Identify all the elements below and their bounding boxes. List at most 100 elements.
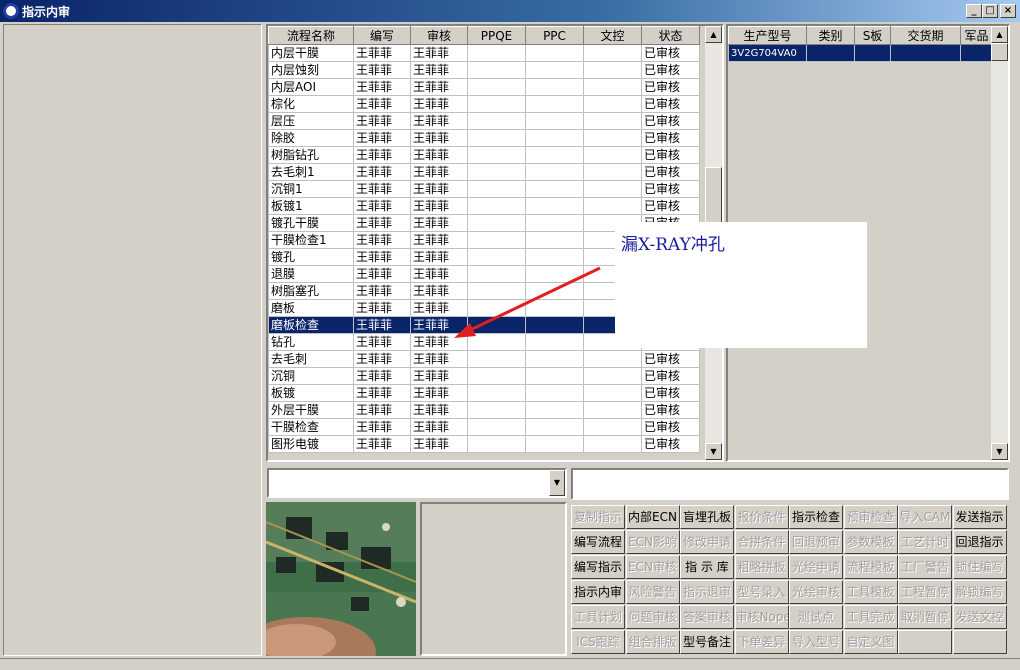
process-cell-writer[interactable]: 王菲菲 bbox=[353, 248, 411, 266]
process-cell-ppc[interactable] bbox=[525, 95, 584, 113]
column-header-ppqe[interactable]: PPQE bbox=[467, 26, 526, 45]
action-button[interactable]: 工具计划 bbox=[571, 605, 625, 629]
process-cell-doc[interactable] bbox=[583, 418, 642, 436]
process-cell-name[interactable]: 磨板 bbox=[268, 299, 354, 317]
action-button[interactable]: 答案审核 bbox=[680, 605, 734, 629]
process-cell-writer[interactable]: 王菲菲 bbox=[353, 163, 411, 181]
process-cell-name[interactable]: 内层干膜 bbox=[268, 44, 354, 62]
process-cell-ppc[interactable] bbox=[525, 129, 584, 147]
process-cell-writer[interactable]: 王菲菲 bbox=[353, 78, 411, 96]
process-cell-reviewer[interactable]: 王菲菲 bbox=[410, 44, 468, 62]
action-button[interactable]: 复制指示 bbox=[571, 505, 625, 529]
process-cell-name[interactable]: 除胶 bbox=[268, 129, 354, 147]
process-cell-doc[interactable] bbox=[583, 146, 642, 164]
column-header-status[interactable]: 状态 bbox=[641, 26, 700, 45]
process-cell-doc[interactable] bbox=[583, 197, 642, 215]
process-cell-writer[interactable]: 王菲菲 bbox=[353, 197, 411, 215]
process-cell-ppc[interactable] bbox=[525, 350, 584, 368]
column-header-doc-control[interactable]: 文控 bbox=[583, 26, 642, 45]
minimize-button[interactable]: _ bbox=[966, 4, 982, 18]
process-cell-name[interactable]: 树脂塞孔 bbox=[268, 282, 354, 300]
process-cell-name[interactable]: 树脂钻孔 bbox=[268, 146, 354, 164]
process-cell-ppc[interactable] bbox=[525, 163, 584, 181]
process-cell-name[interactable]: 退膜 bbox=[268, 265, 354, 283]
action-button[interactable]: 修改申请 bbox=[680, 530, 734, 554]
process-cell-name[interactable]: 外层干膜 bbox=[268, 401, 354, 419]
process-cell-reviewer[interactable]: 王菲菲 bbox=[410, 435, 468, 453]
scroll-up-arrow-icon[interactable]: ▲ bbox=[705, 26, 722, 43]
action-button[interactable] bbox=[952, 630, 1007, 654]
process-cell-ppqe[interactable] bbox=[467, 78, 526, 96]
process-cell-writer[interactable]: 王菲菲 bbox=[353, 401, 411, 419]
process-cell-doc[interactable] bbox=[583, 129, 642, 147]
process-cell-writer[interactable]: 王菲菲 bbox=[353, 146, 411, 164]
process-cell-status[interactable]: 已审核 bbox=[641, 418, 700, 436]
action-button[interactable]: 发送文控 bbox=[952, 605, 1007, 629]
process-row[interactable]: 沉铜1 王菲菲 王菲菲 已审核 bbox=[268, 180, 700, 198]
process-cell-ppqe[interactable] bbox=[467, 197, 526, 215]
process-cell-ppc[interactable] bbox=[525, 384, 584, 402]
action-button[interactable]: 回退指示 bbox=[952, 530, 1007, 554]
process-cell-doc[interactable] bbox=[583, 435, 642, 453]
process-row[interactable]: 外层干膜 王菲菲 王菲菲 已审核 bbox=[268, 401, 700, 419]
model-cell-model[interactable]: 3V2G704VA0 bbox=[728, 44, 807, 62]
process-cell-name[interactable]: 内层蚀刻 bbox=[268, 61, 354, 79]
close-button[interactable]: × bbox=[1000, 4, 1016, 18]
column-header-writer[interactable]: 编写 bbox=[353, 26, 411, 45]
process-cell-writer[interactable]: 王菲菲 bbox=[353, 282, 411, 300]
process-cell-ppc[interactable] bbox=[525, 231, 584, 249]
action-button[interactable]: 指示退审 bbox=[680, 580, 734, 604]
action-button[interactable]: 预审检查 bbox=[843, 505, 898, 529]
process-cell-name[interactable]: 干膜检查 bbox=[268, 418, 354, 436]
process-cell-name[interactable]: 层压 bbox=[268, 112, 354, 130]
process-cell-reviewer[interactable]: 王菲菲 bbox=[410, 129, 468, 147]
process-cell-doc[interactable] bbox=[583, 180, 642, 198]
action-button[interactable]: ECN影响 bbox=[625, 530, 680, 554]
process-row[interactable]: 除胶 王菲菲 王菲菲 已审核 bbox=[268, 129, 700, 147]
action-button[interactable]: 报价条件 bbox=[734, 505, 789, 529]
action-button[interactable]: 粗略拼板 bbox=[734, 555, 789, 579]
model-row[interactable]: 3V2G704VA0 bbox=[728, 44, 993, 62]
column-header-ppc[interactable]: PPC bbox=[525, 26, 584, 45]
action-button[interactable]: 风险警告 bbox=[625, 580, 680, 604]
action-button[interactable]: 工具完成 bbox=[843, 605, 898, 629]
model-cell-military[interactable] bbox=[960, 44, 993, 62]
process-cell-reviewer[interactable]: 王菲菲 bbox=[410, 146, 468, 164]
action-button[interactable]: 自定义图 bbox=[843, 630, 898, 654]
process-cell-writer[interactable]: 王菲菲 bbox=[353, 265, 411, 283]
process-cell-ppc[interactable] bbox=[525, 78, 584, 96]
process-cell-doc[interactable] bbox=[583, 401, 642, 419]
process-cell-ppqe[interactable] bbox=[467, 367, 526, 385]
process-cell-name[interactable]: 内层AOI bbox=[268, 78, 354, 96]
action-button[interactable]: 取消暂停 bbox=[898, 605, 952, 629]
action-button[interactable]: 工厂警告 bbox=[898, 555, 952, 579]
process-cell-name[interactable]: 镀孔 bbox=[268, 248, 354, 266]
process-cell-writer[interactable]: 王菲菲 bbox=[353, 435, 411, 453]
process-cell-ppqe[interactable] bbox=[467, 129, 526, 147]
process-row[interactable]: 板镀 王菲菲 王菲菲 已审核 bbox=[268, 384, 700, 402]
action-button[interactable]: 回退预审 bbox=[789, 530, 843, 554]
process-row[interactable]: 棕化 王菲菲 王菲菲 已审核 bbox=[268, 95, 700, 113]
action-button[interactable]: 审核Nope bbox=[734, 605, 789, 629]
process-cell-doc[interactable] bbox=[583, 367, 642, 385]
action-button[interactable]: 内部ECN bbox=[625, 505, 680, 529]
process-cell-doc[interactable] bbox=[583, 384, 642, 402]
process-cell-ppqe[interactable] bbox=[467, 401, 526, 419]
process-cell-name[interactable]: 去毛刺 bbox=[268, 350, 354, 368]
process-cell-writer[interactable]: 王菲菲 bbox=[353, 61, 411, 79]
chevron-down-icon[interactable]: ▼ bbox=[549, 470, 565, 496]
process-cell-reviewer[interactable]: 王菲菲 bbox=[410, 231, 468, 249]
process-row[interactable]: 干膜检查 王菲菲 王菲菲 已审核 bbox=[268, 418, 700, 436]
process-cell-ppqe[interactable] bbox=[467, 350, 526, 368]
maximize-button[interactable]: □ bbox=[982, 4, 998, 18]
process-cell-status[interactable]: 已审核 bbox=[641, 367, 700, 385]
process-cell-reviewer[interactable]: 王菲菲 bbox=[410, 197, 468, 215]
process-cell-writer[interactable]: 王菲菲 bbox=[353, 367, 411, 385]
action-button[interactable]: 光绘审核 bbox=[789, 580, 843, 604]
action-button[interactable]: 发送指示 bbox=[952, 505, 1007, 529]
process-cell-doc[interactable] bbox=[583, 78, 642, 96]
action-button[interactable]: 测试点 bbox=[789, 605, 843, 629]
process-row[interactable]: 层压 王菲菲 王菲菲 已审核 bbox=[268, 112, 700, 130]
process-cell-writer[interactable]: 王菲菲 bbox=[353, 44, 411, 62]
process-cell-ppqe[interactable] bbox=[467, 44, 526, 62]
